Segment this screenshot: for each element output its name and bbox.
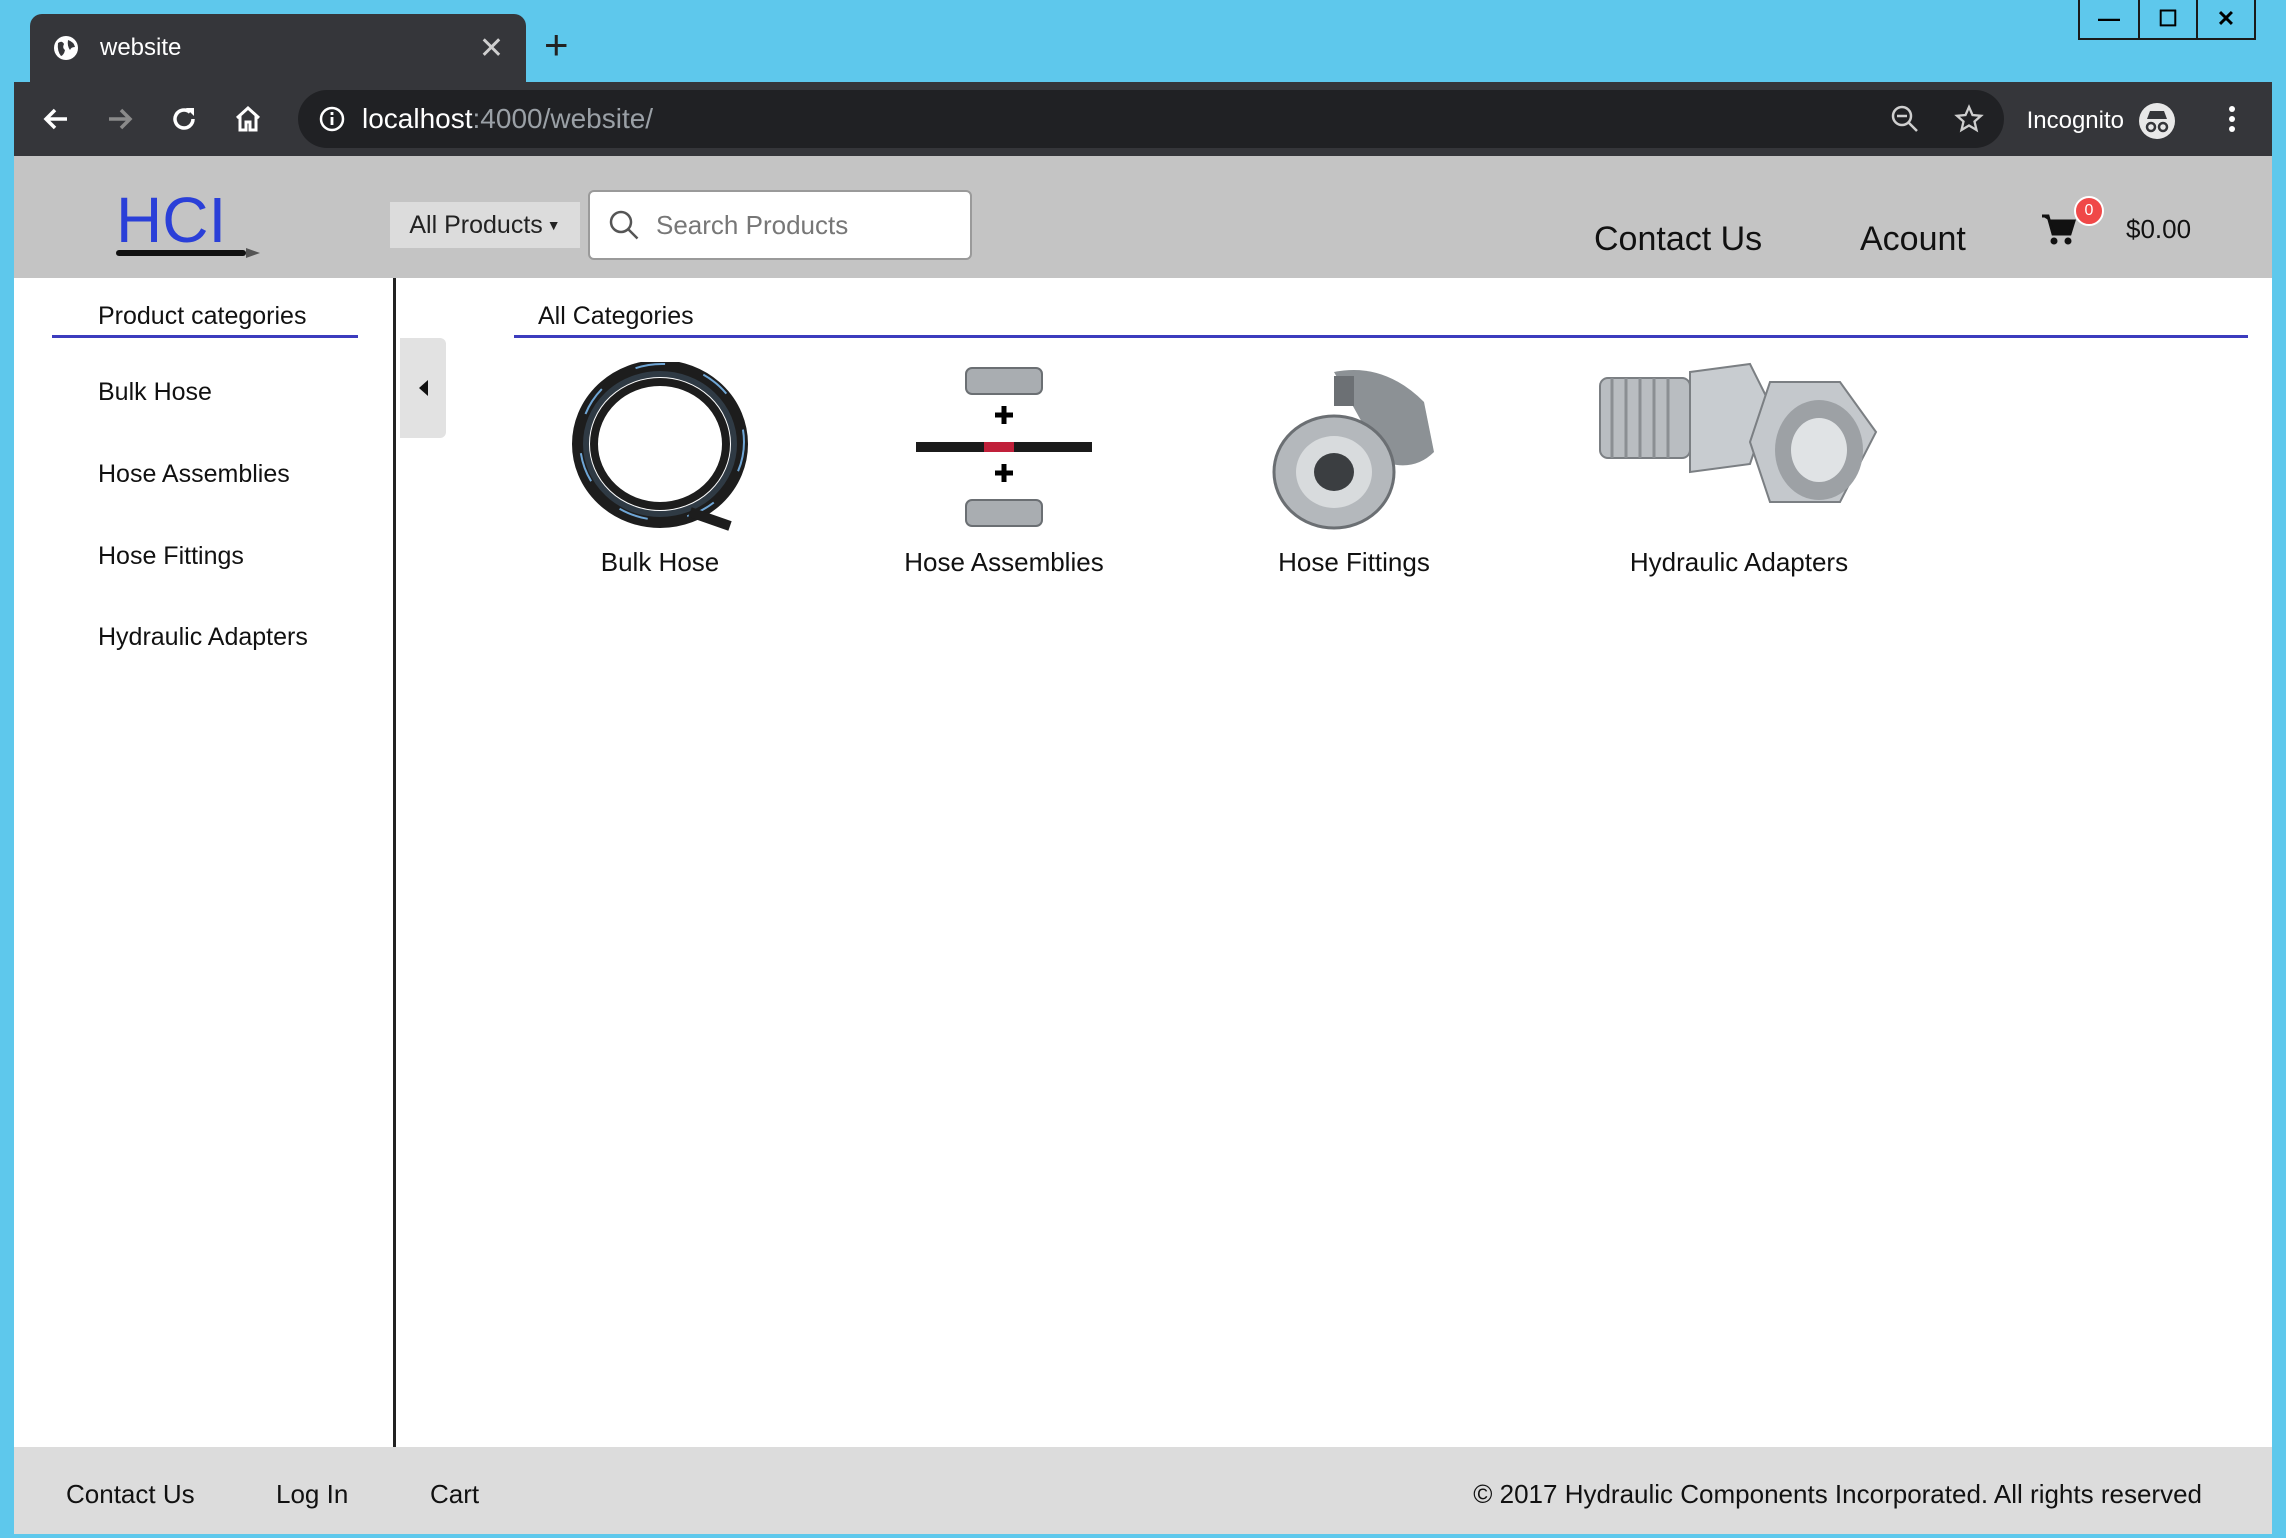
search-icon bbox=[609, 210, 639, 240]
bulk-hose-image bbox=[572, 360, 748, 531]
search-input[interactable] bbox=[656, 209, 946, 241]
hydraulic-adapters-image bbox=[1599, 362, 1878, 503]
site-logo[interactable]: HCI bbox=[114, 184, 264, 266]
home-icon bbox=[235, 105, 261, 132]
nav-account[interactable]: Acount bbox=[1860, 220, 1966, 259]
cart-icon bbox=[2042, 214, 2076, 245]
browser-toolbar: localhost:4000/website/ Incognito bbox=[14, 82, 2272, 156]
info-icon[interactable] bbox=[318, 105, 346, 133]
category-label-bulk-hose: Bulk Hose bbox=[600, 547, 720, 577]
search-box[interactable] bbox=[588, 190, 972, 260]
category-label-hydraulic-adapters: Hydraulic Adapters bbox=[1629, 547, 1849, 577]
url-text[interactable]: localhost:4000/website/ bbox=[362, 103, 1890, 135]
header-cart[interactable]: 0 $0.00 bbox=[2040, 196, 2192, 246]
home-button[interactable] bbox=[216, 87, 280, 151]
browser-tab[interactable]: website ✕ bbox=[30, 14, 526, 82]
footer-copyright: © 2017 Hydraulic Components Incorporated… bbox=[1473, 1479, 2202, 1509]
browser-menu-button[interactable] bbox=[2200, 87, 2264, 151]
category-label-hose-assemblies: Hose Assemblies bbox=[904, 547, 1104, 577]
category-card-bulk-hose[interactable]: Bulk Hose bbox=[544, 360, 776, 578]
category-select[interactable]: All Products ▼ bbox=[390, 202, 580, 248]
more-vert-icon bbox=[2229, 106, 2235, 132]
site-header: HCI All Products ▼ Contact Us Acount 0 $… bbox=[14, 156, 2272, 278]
globe-icon bbox=[54, 36, 78, 60]
logo-icon: HCI bbox=[116, 184, 260, 258]
reload-icon bbox=[173, 108, 195, 130]
forward-arrow-icon bbox=[109, 108, 133, 130]
hose-assemblies-image bbox=[916, 367, 1092, 527]
reload-button[interactable] bbox=[152, 87, 216, 151]
back-arrow-icon bbox=[43, 108, 67, 130]
sidebar-title: Product categories bbox=[52, 302, 358, 338]
sidebar-collapse-button[interactable] bbox=[400, 338, 446, 438]
cart-count-badge: 0 bbox=[2074, 196, 2104, 226]
category-sidebar: Product categories Bulk Hose Hose Assemb… bbox=[14, 278, 396, 1447]
tab-title: website bbox=[100, 34, 182, 61]
tab-strip: website ✕ + bbox=[14, 0, 2274, 82]
cart-total: $0.00 bbox=[2126, 213, 2192, 244]
incognito-label: Incognito bbox=[2026, 107, 2124, 134]
footer-link-log-in[interactable]: Log In bbox=[276, 1479, 348, 1510]
sidebar-item-bulk-hose[interactable]: Bulk Hose bbox=[98, 378, 212, 407]
caret-down-icon: ▼ bbox=[546, 217, 561, 233]
sidebar-item-hose-fittings[interactable]: Hose Fittings bbox=[98, 542, 244, 571]
nav-contact-us[interactable]: Contact Us bbox=[1594, 220, 1762, 259]
site-footer: Contact Us Log In Cart © 2017 Hydraulic … bbox=[14, 1447, 2272, 1534]
category-card-hose-assemblies[interactable]: Hose Assemblies bbox=[874, 362, 1134, 578]
tab-close-icon[interactable]: ✕ bbox=[479, 31, 504, 66]
new-tab-button[interactable]: + bbox=[544, 24, 569, 66]
zoom-icon[interactable] bbox=[1890, 104, 1920, 134]
main-title: All Categories bbox=[514, 302, 2248, 338]
incognito-indicator[interactable]: Incognito bbox=[2027, 102, 2176, 140]
bookmark-star-icon[interactable] bbox=[1954, 104, 1984, 134]
category-card-hydraulic-adapters[interactable]: Hydraulic Adapters bbox=[1574, 362, 1904, 578]
svg-text:HCI: HCI bbox=[116, 186, 226, 256]
footer-link-cart[interactable]: Cart bbox=[430, 1479, 479, 1510]
incognito-icon bbox=[2139, 103, 2175, 139]
address-bar[interactable]: localhost:4000/website/ bbox=[298, 90, 2004, 148]
category-select-label: All Products bbox=[409, 210, 543, 239]
footer-link-contact-us[interactable]: Contact Us bbox=[66, 1479, 195, 1510]
forward-button[interactable] bbox=[88, 87, 152, 151]
page-viewport: HCI All Products ▼ Contact Us Acount 0 $… bbox=[14, 156, 2272, 1534]
sidebar-item-hydraulic-adapters[interactable]: Hydraulic Adapters bbox=[98, 623, 308, 652]
hose-fittings-image bbox=[1272, 370, 1434, 530]
caret-left-icon bbox=[419, 380, 428, 396]
category-card-hose-fittings[interactable]: Hose Fittings bbox=[1234, 362, 1474, 578]
sidebar-item-hose-assemblies[interactable]: Hose Assemblies bbox=[98, 460, 290, 489]
category-label-hose-fittings: Hose Fittings bbox=[1278, 547, 1430, 577]
back-button[interactable] bbox=[24, 87, 88, 151]
